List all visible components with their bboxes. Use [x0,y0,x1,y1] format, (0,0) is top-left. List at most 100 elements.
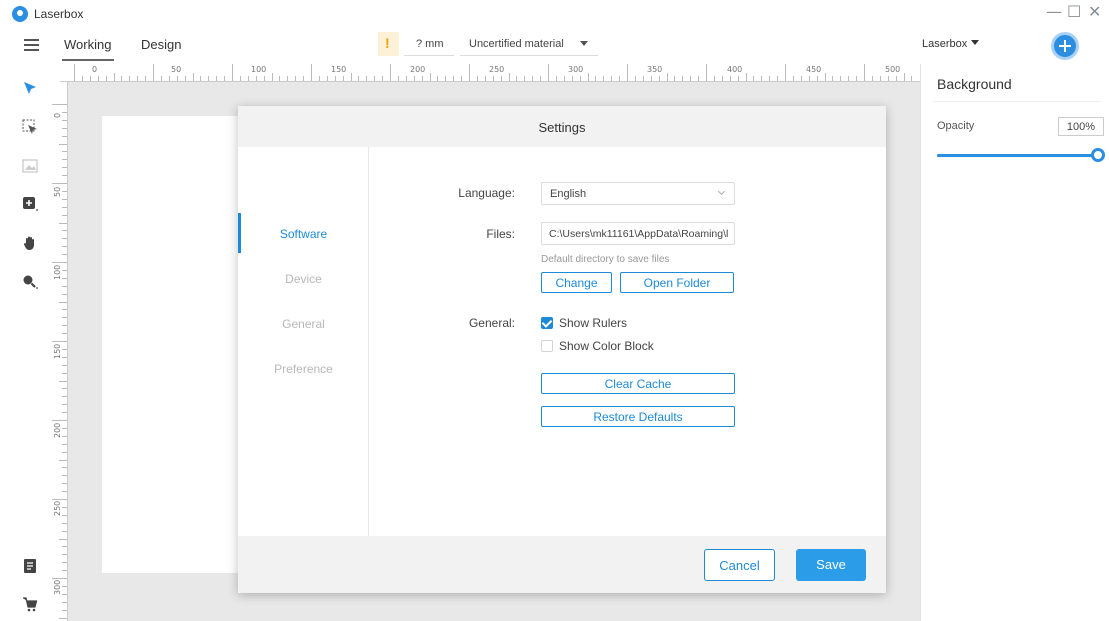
add-shape-icon[interactable] [22,196,40,214]
multi-select-icon[interactable] [22,119,40,137]
ruler-tick [595,76,597,81]
ruler-tick [59,380,67,382]
ruler-label: 250 [53,500,62,516]
ruler-label: 500 [885,65,901,74]
horizontal-ruler: 0 50 100 150 200 250 300 350 400 450 500 [60,64,920,82]
warning-icon[interactable]: ! [378,32,399,56]
dialog-title: Settings [238,106,886,147]
nav-item-preference[interactable]: Preference [238,362,369,376]
ruler-tick [62,230,67,232]
ruler-tick [52,341,67,342]
ruler-tick [911,76,913,81]
ruler-label: 150 [53,343,62,359]
ruler-tick [62,585,67,587]
tab-design[interactable]: Design [141,37,181,52]
ruler-tick [74,64,75,81]
close-button[interactable]: ✕ [1088,2,1101,21]
opacity-slider-handle[interactable] [1091,148,1105,162]
ruler-tick [200,76,202,81]
select-icon[interactable] [22,80,40,98]
device-label: Laserbox [922,38,968,50]
maximize-button[interactable]: ☐ [1067,2,1081,21]
workspace-page[interactable] [102,116,242,573]
ruler-tick [690,76,692,81]
show-color-block-label[interactable]: Show Color Block [559,339,654,353]
minimize-button[interactable]: — [1046,2,1062,21]
ruler-tick [871,76,873,81]
ruler-tick [160,76,162,81]
ruler-tick [461,76,463,81]
ruler-tick [62,206,67,208]
show-rulers-checkbox[interactable] [541,317,553,329]
show-color-block-checkbox[interactable] [541,340,553,352]
menu-bar: Working Design ! ? mm Uncertified materi… [0,28,1109,64]
clear-cache-button[interactable]: Clear Cache [541,373,735,394]
hand-pan-icon[interactable] [22,235,40,253]
hamburger-menu-icon[interactable] [24,39,39,51]
files-path-field[interactable]: C:\Users\mk11161\AppData\Roaming\l [541,222,735,245]
chevron-down-icon [580,41,588,46]
add-device-button[interactable] [1051,32,1079,60]
ruler-tick [374,76,376,81]
ruler-tick [864,64,865,81]
image-icon[interactable] [22,158,40,176]
ruler-tick [62,246,67,248]
change-button[interactable]: Change [541,272,612,293]
ruler-tick [303,76,305,81]
ruler-tick [729,76,731,81]
settings-nav: Software Device General Preference [238,147,369,536]
ruler-tick [698,76,700,81]
zoom-icon[interactable] [22,274,40,292]
nav-item-device[interactable]: Device [238,272,369,286]
ruler-label: 200 [53,422,62,438]
chevron-down-icon [717,187,726,196]
ruler-tick [516,76,518,81]
ruler-tick [62,127,67,129]
ruler-tick [682,76,684,81]
ruler-tick [311,64,312,81]
restore-defaults-button[interactable]: Restore Defaults [541,406,735,427]
ruler-tick [856,76,858,81]
open-folder-button[interactable]: Open Folder [620,272,734,293]
ruler-tick [59,143,67,145]
opacity-slider-track[interactable] [937,154,1097,157]
ruler-tick [62,151,67,153]
ruler-tick [62,135,67,137]
opacity-input[interactable]: 100% [1058,117,1104,136]
language-select[interactable]: English [541,182,735,205]
ruler-tick [903,73,905,81]
ruler-tick [437,76,439,81]
ruler-tick [848,76,850,81]
nav-item-software[interactable]: Software [238,227,369,241]
cart-icon[interactable] [22,596,40,614]
ruler-tick [429,73,431,81]
ruler-tick [413,76,415,81]
material-label: Uncertified material [469,38,564,50]
ruler-tick [52,499,67,500]
ruler-tick [634,76,636,81]
opacity-slider-fill [937,154,1097,157]
ruler-tick [382,76,384,81]
material-dropdown[interactable]: Uncertified material [460,32,598,56]
ruler-tick [658,76,660,81]
tab-working[interactable]: Working [64,37,111,52]
ruler-tick [62,593,67,595]
ruler-tick [832,76,834,81]
ruler-tick [232,64,233,81]
ruler-tick [761,76,763,81]
ruler-tick [145,76,147,81]
ruler-tick [713,76,715,81]
ruler-tick [62,254,67,256]
save-button[interactable]: Save [796,549,866,581]
divider [933,101,1101,102]
cancel-button[interactable]: Cancel [704,549,775,581]
thickness-field[interactable]: ? mm [404,32,454,56]
ruler-tick [62,309,67,311]
ruler-tick [153,64,154,81]
device-dropdown[interactable]: Laserbox [922,38,980,50]
nav-item-general[interactable]: General [238,317,369,331]
ruler-tick [650,76,652,81]
ruler-tick [840,76,842,81]
notes-icon[interactable] [22,558,40,576]
show-rulers-label[interactable]: Show Rulers [559,316,627,330]
